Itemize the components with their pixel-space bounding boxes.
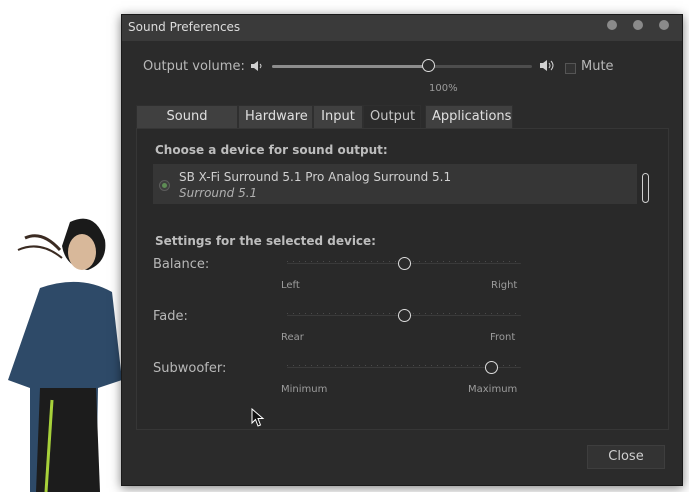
speaker-low-icon [251,61,262,71]
mute-label: Mute [581,59,614,74]
volume-percent-label: 100% [429,83,458,94]
fade-max-label: Front [490,332,516,343]
sound-preferences-window: Sound Preferences Output volume: Mute 10… [121,14,683,486]
output-panel: Choose a device for sound output: SB X-F… [136,128,669,430]
minimize-button-icon[interactable] [607,20,617,30]
choose-device-title: Choose a device for sound output: [155,143,388,157]
device-name: SB X-Fi Surround 5.1 Pro Analog Surround… [179,170,452,184]
output-volume-label: Output volume: [143,59,245,74]
fade-label: Fade: [153,309,188,324]
tab-hardware[interactable]: Hardware [238,105,313,128]
balance-max-label: Right [491,280,518,291]
wallpaper-figure [8,218,122,492]
balance-min-label: Left [281,280,300,291]
volume-knob[interactable] [422,59,435,72]
subwoofer-label: Subwoofer: [153,361,227,376]
balance-knob[interactable] [398,257,411,270]
device-list-scrollbar[interactable] [642,173,649,203]
subwoofer-min-label: Minimum [281,384,328,395]
device-list-item[interactable]: SB X-Fi Surround 5.1 Pro Analog Surround… [153,164,637,204]
fade-knob[interactable] [398,309,411,322]
subwoofer-knob[interactable] [484,361,498,374]
subwoofer-max-label: Maximum [468,384,518,395]
settings-title: Settings for the selected device: [155,234,376,248]
device-radio-button[interactable] [159,180,170,191]
maximize-button-icon[interactable] [633,20,643,30]
tab-output[interactable]: Output [363,105,421,128]
window-title: Sound Preferences [128,20,241,34]
tab-applications[interactable]: Applications [425,105,513,128]
close-button[interactable]: Close [587,445,665,469]
speaker-high-icon [540,60,554,71]
tab-sound-effects[interactable]: Sound Effects [136,105,238,146]
mute-checkbox[interactable] [565,63,576,74]
balance-label: Balance: [153,257,210,272]
title-bar: Sound Preferences [122,15,682,41]
mouse-cursor-icon [251,408,265,427]
close-window-button-icon[interactable] [659,20,669,30]
tab-input[interactable]: Input [313,105,363,128]
fade-min-label: Rear [281,332,304,343]
device-profile: Surround 5.1 [179,186,258,200]
